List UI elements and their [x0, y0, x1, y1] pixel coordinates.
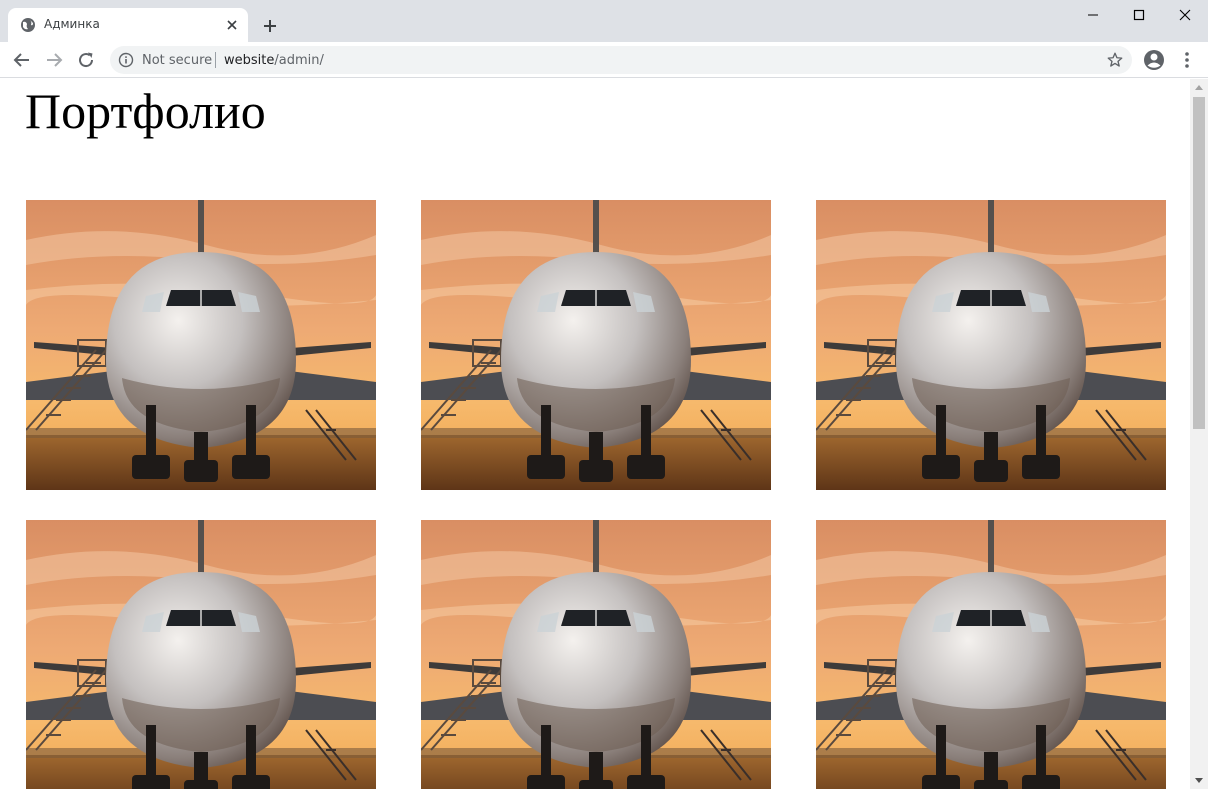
arrow-up-icon [1195, 85, 1203, 90]
browser-toolbar: Not secure website/admin/ [0, 42, 1208, 78]
window-close-button[interactable] [1162, 0, 1208, 30]
kebab-menu-icon[interactable] [1176, 49, 1198, 71]
reload-button[interactable] [74, 48, 98, 72]
url-text[interactable]: website/admin/ [224, 53, 324, 68]
back-button[interactable] [10, 48, 34, 72]
plus-icon[interactable] [258, 14, 282, 38]
gallery-image[interactable] [816, 520, 1166, 789]
gallery-image[interactable] [26, 200, 376, 490]
url-path: /admin/ [274, 53, 324, 68]
tab-title: Админка [44, 17, 100, 31]
reload-icon [79, 52, 94, 68]
maximize-icon [1133, 9, 1145, 21]
account-icon[interactable] [1143, 49, 1165, 71]
back-arrow-icon [13, 53, 29, 67]
separator [215, 52, 216, 68]
page-viewport: Портфолио [0, 79, 1190, 789]
window-close-icon [1179, 9, 1191, 21]
minimize-button[interactable] [1070, 0, 1116, 30]
star-icon[interactable] [1106, 51, 1124, 69]
maximize-button[interactable] [1116, 0, 1162, 30]
address-bar[interactable]: Not secure website/admin/ [110, 46, 1132, 74]
forward-button[interactable] [42, 48, 66, 72]
gallery-image[interactable] [421, 520, 771, 789]
browser-tab[interactable]: Админка [8, 8, 248, 42]
close-icon[interactable] [224, 17, 240, 33]
scroll-down-button[interactable] [1190, 773, 1208, 789]
airplane-image [26, 520, 376, 789]
gallery-image[interactable] [26, 520, 376, 789]
url-host: website [224, 53, 275, 68]
minimize-icon [1088, 14, 1098, 16]
info-icon[interactable] [118, 52, 134, 68]
gallery-image[interactable] [816, 200, 1166, 490]
vertical-scrollbar[interactable] [1190, 79, 1208, 789]
tab-strip: Админка [0, 0, 1208, 42]
airplane-image [816, 520, 1166, 789]
globe-icon [21, 18, 35, 32]
gallery-image[interactable] [421, 200, 771, 490]
arrow-down-icon [1195, 778, 1203, 783]
airplane-image [421, 520, 771, 789]
scroll-up-button[interactable] [1190, 79, 1208, 95]
airplane-image [26, 200, 376, 490]
airplane-image [816, 200, 1166, 490]
scroll-thumb[interactable] [1193, 97, 1205, 429]
page-title: Портфолио [25, 83, 266, 139]
security-label[interactable]: Not secure [142, 53, 212, 68]
forward-arrow-icon [47, 53, 63, 67]
airplane-image [421, 200, 771, 490]
